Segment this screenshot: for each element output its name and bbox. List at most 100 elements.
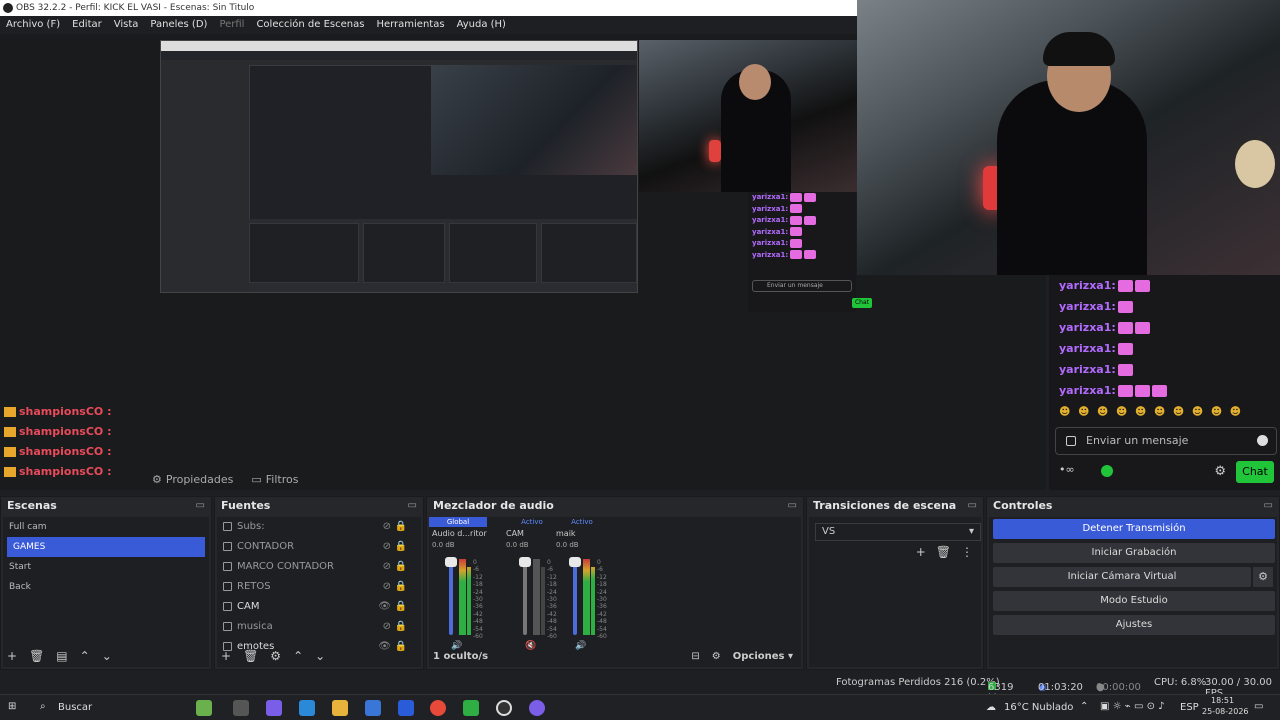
tray-icons[interactable]: ▣ ☼ ⌁ ▭ ⊙ ♪	[1100, 701, 1165, 712]
move-up-icon[interactable]: ⌃	[293, 649, 303, 663]
taskbar-search[interactable]: Buscar	[58, 702, 92, 713]
add-source-icon[interactable]: +	[221, 649, 231, 663]
edge-icon[interactable]	[299, 700, 315, 716]
popout-icon[interactable]: ▭	[196, 497, 205, 515]
source-item[interactable]: musica ⊘ 🔒	[217, 617, 421, 637]
hidden-eye-icon[interactable]: ⊘	[383, 537, 391, 557]
source-item[interactable]: CONTADOR ⊘ 🔒	[217, 537, 421, 557]
source-item[interactable]: RETOS ⊘ 🔒	[217, 577, 421, 597]
volume-knob[interactable]	[569, 557, 581, 567]
scene-item[interactable]: Start	[3, 557, 209, 577]
volume-knob[interactable]	[519, 557, 531, 567]
start-recording-button[interactable]: Iniciar Grabación	[993, 543, 1275, 563]
filters-button[interactable]: ▭ Filtros	[251, 473, 298, 486]
task-view-icon[interactable]	[233, 700, 249, 716]
remove-scene-icon[interactable]: 🗑	[29, 649, 44, 663]
emoji-icon[interactable]	[1257, 435, 1268, 446]
hidden-eye-icon[interactable]: ⊘	[383, 617, 391, 637]
mixer-tab[interactable]: Activo	[553, 517, 611, 527]
settings-button[interactable]: Ajustes	[993, 615, 1275, 635]
file-explorer-icon[interactable]	[332, 700, 348, 716]
move-up-icon[interactable]: ⌃	[80, 649, 90, 663]
menu-editar[interactable]: Editar	[72, 16, 102, 34]
hidden-eye-icon[interactable]: ⊘	[383, 557, 391, 577]
menu-paneles[interactable]: Paneles (D)	[150, 16, 207, 34]
store-icon[interactable]	[365, 700, 381, 716]
points-icon[interactable]: •∞	[1059, 463, 1075, 476]
remove-source-icon[interactable]: 🗑	[243, 649, 258, 663]
clock-date[interactable]: 25-08-2026	[1202, 707, 1249, 716]
windows-start-icon[interactable]: ⊞	[8, 701, 16, 712]
notification-icon[interactable]: ▭	[1254, 701, 1263, 712]
language-indicator[interactable]: ESP	[1180, 702, 1199, 713]
scene-item-selected[interactable]: GAMES	[7, 537, 205, 557]
tray-chevron-icon[interactable]: ⌃	[1080, 701, 1088, 712]
menu-perfil[interactable]: Perfil	[219, 16, 244, 34]
kick-app-icon[interactable]	[463, 700, 479, 716]
menu-coleccion[interactable]: Colección de Escenas	[256, 16, 364, 34]
chat-username: yarizxa1:	[1059, 363, 1116, 376]
move-down-icon[interactable]: ⌄	[315, 649, 325, 663]
chat-input-small[interactable]: Enviar un mensaje	[752, 280, 852, 292]
popout-icon[interactable]: ▭	[788, 497, 797, 515]
scene-item[interactable]: Full cam	[3, 517, 209, 537]
visible-eye-icon[interactable]: 👁	[378, 597, 391, 617]
stop-stream-button[interactable]: Detener Transmisión	[993, 519, 1275, 539]
chrome-icon[interactable]	[430, 700, 446, 716]
hidden-eye-icon[interactable]: ⊘	[383, 517, 391, 537]
source-item[interactable]: Subs: ⊘ 🔒	[217, 517, 421, 537]
clock-time[interactable]: 18:51	[1211, 696, 1234, 705]
properties-button[interactable]: ⚙ Propiedades	[152, 473, 233, 486]
mixer-options-button[interactable]: Opciones ▾	[733, 651, 793, 662]
lock-icon[interactable]: 🔒	[395, 637, 407, 657]
copilot-icon[interactable]	[266, 700, 282, 716]
lock-icon[interactable]: 🔒	[395, 577, 407, 597]
menu-archivo[interactable]: Archivo (F)	[6, 16, 60, 34]
transition-select[interactable]: VS ▾	[815, 523, 981, 541]
chat-button-small[interactable]: Chat	[852, 298, 872, 308]
popout-icon[interactable]: ▭	[968, 497, 977, 515]
add-transition-icon[interactable]: +	[916, 545, 926, 559]
source-settings-icon[interactable]: ⚙	[270, 649, 281, 663]
chat-button[interactable]: Chat	[1236, 461, 1274, 483]
start-virtual-camera-button[interactable]: Iniciar Cámara Virtual	[993, 567, 1251, 587]
popout-icon[interactable]: ▭	[1264, 497, 1273, 515]
gear-icon[interactable]: ⚙	[1214, 464, 1226, 479]
source-item[interactable]: MARCO CONTADOR ⊘ 🔒	[217, 557, 421, 577]
scene-filters-icon[interactable]: ▤	[56, 649, 67, 663]
volume-slider[interactable]	[449, 559, 453, 635]
outlook-icon[interactable]	[398, 700, 414, 716]
more-icon[interactable]: ⋮	[961, 545, 973, 559]
mixer-tab[interactable]: Global	[429, 517, 487, 527]
obs-icon[interactable]	[496, 700, 512, 716]
menu-herramientas[interactable]: Herramientas	[376, 16, 444, 34]
visible-eye-icon[interactable]: 👁	[378, 637, 391, 657]
volume-slider[interactable]	[523, 559, 527, 635]
lock-icon[interactable]: 🔒	[395, 557, 407, 577]
move-down-icon[interactable]: ⌄	[102, 649, 112, 663]
kick-icon[interactable]	[1101, 465, 1113, 477]
volume-slider[interactable]	[573, 559, 577, 635]
mixer-settings-icon[interactable]: ⚙	[712, 651, 721, 662]
menu-ayuda[interactable]: Ayuda (H)	[457, 16, 506, 34]
menu-vista[interactable]: Vista	[114, 16, 139, 34]
lock-icon[interactable]: 🔒	[395, 537, 407, 557]
volume-knob[interactable]	[445, 557, 457, 567]
virtual-camera-settings-icon[interactable]: ⚙	[1253, 567, 1273, 587]
layout-icon[interactable]: ⊟	[691, 651, 699, 662]
discord-icon[interactable]	[529, 700, 545, 716]
add-scene-icon[interactable]: +	[7, 649, 17, 663]
studio-mode-button[interactable]: Modo Estudio	[993, 591, 1275, 611]
lock-icon[interactable]: 🔒	[395, 517, 407, 537]
remove-transition-icon[interactable]: 🗑	[936, 545, 951, 559]
weather-text[interactable]: 16°C Nublado	[1004, 702, 1073, 713]
hidden-eye-icon[interactable]: ⊘	[383, 577, 391, 597]
search-icon[interactable]: ⌕	[40, 701, 46, 712]
lock-icon[interactable]: 🔒	[395, 597, 407, 617]
chat-input[interactable]: Enviar un mensaje	[1055, 427, 1277, 455]
scene-item[interactable]: Back	[3, 577, 209, 597]
source-item[interactable]: CAM 👁 🔒	[217, 597, 421, 617]
popout-icon[interactable]: ▭	[408, 497, 417, 515]
lock-icon[interactable]: 🔒	[395, 617, 407, 637]
widget-icon[interactable]	[196, 700, 212, 716]
